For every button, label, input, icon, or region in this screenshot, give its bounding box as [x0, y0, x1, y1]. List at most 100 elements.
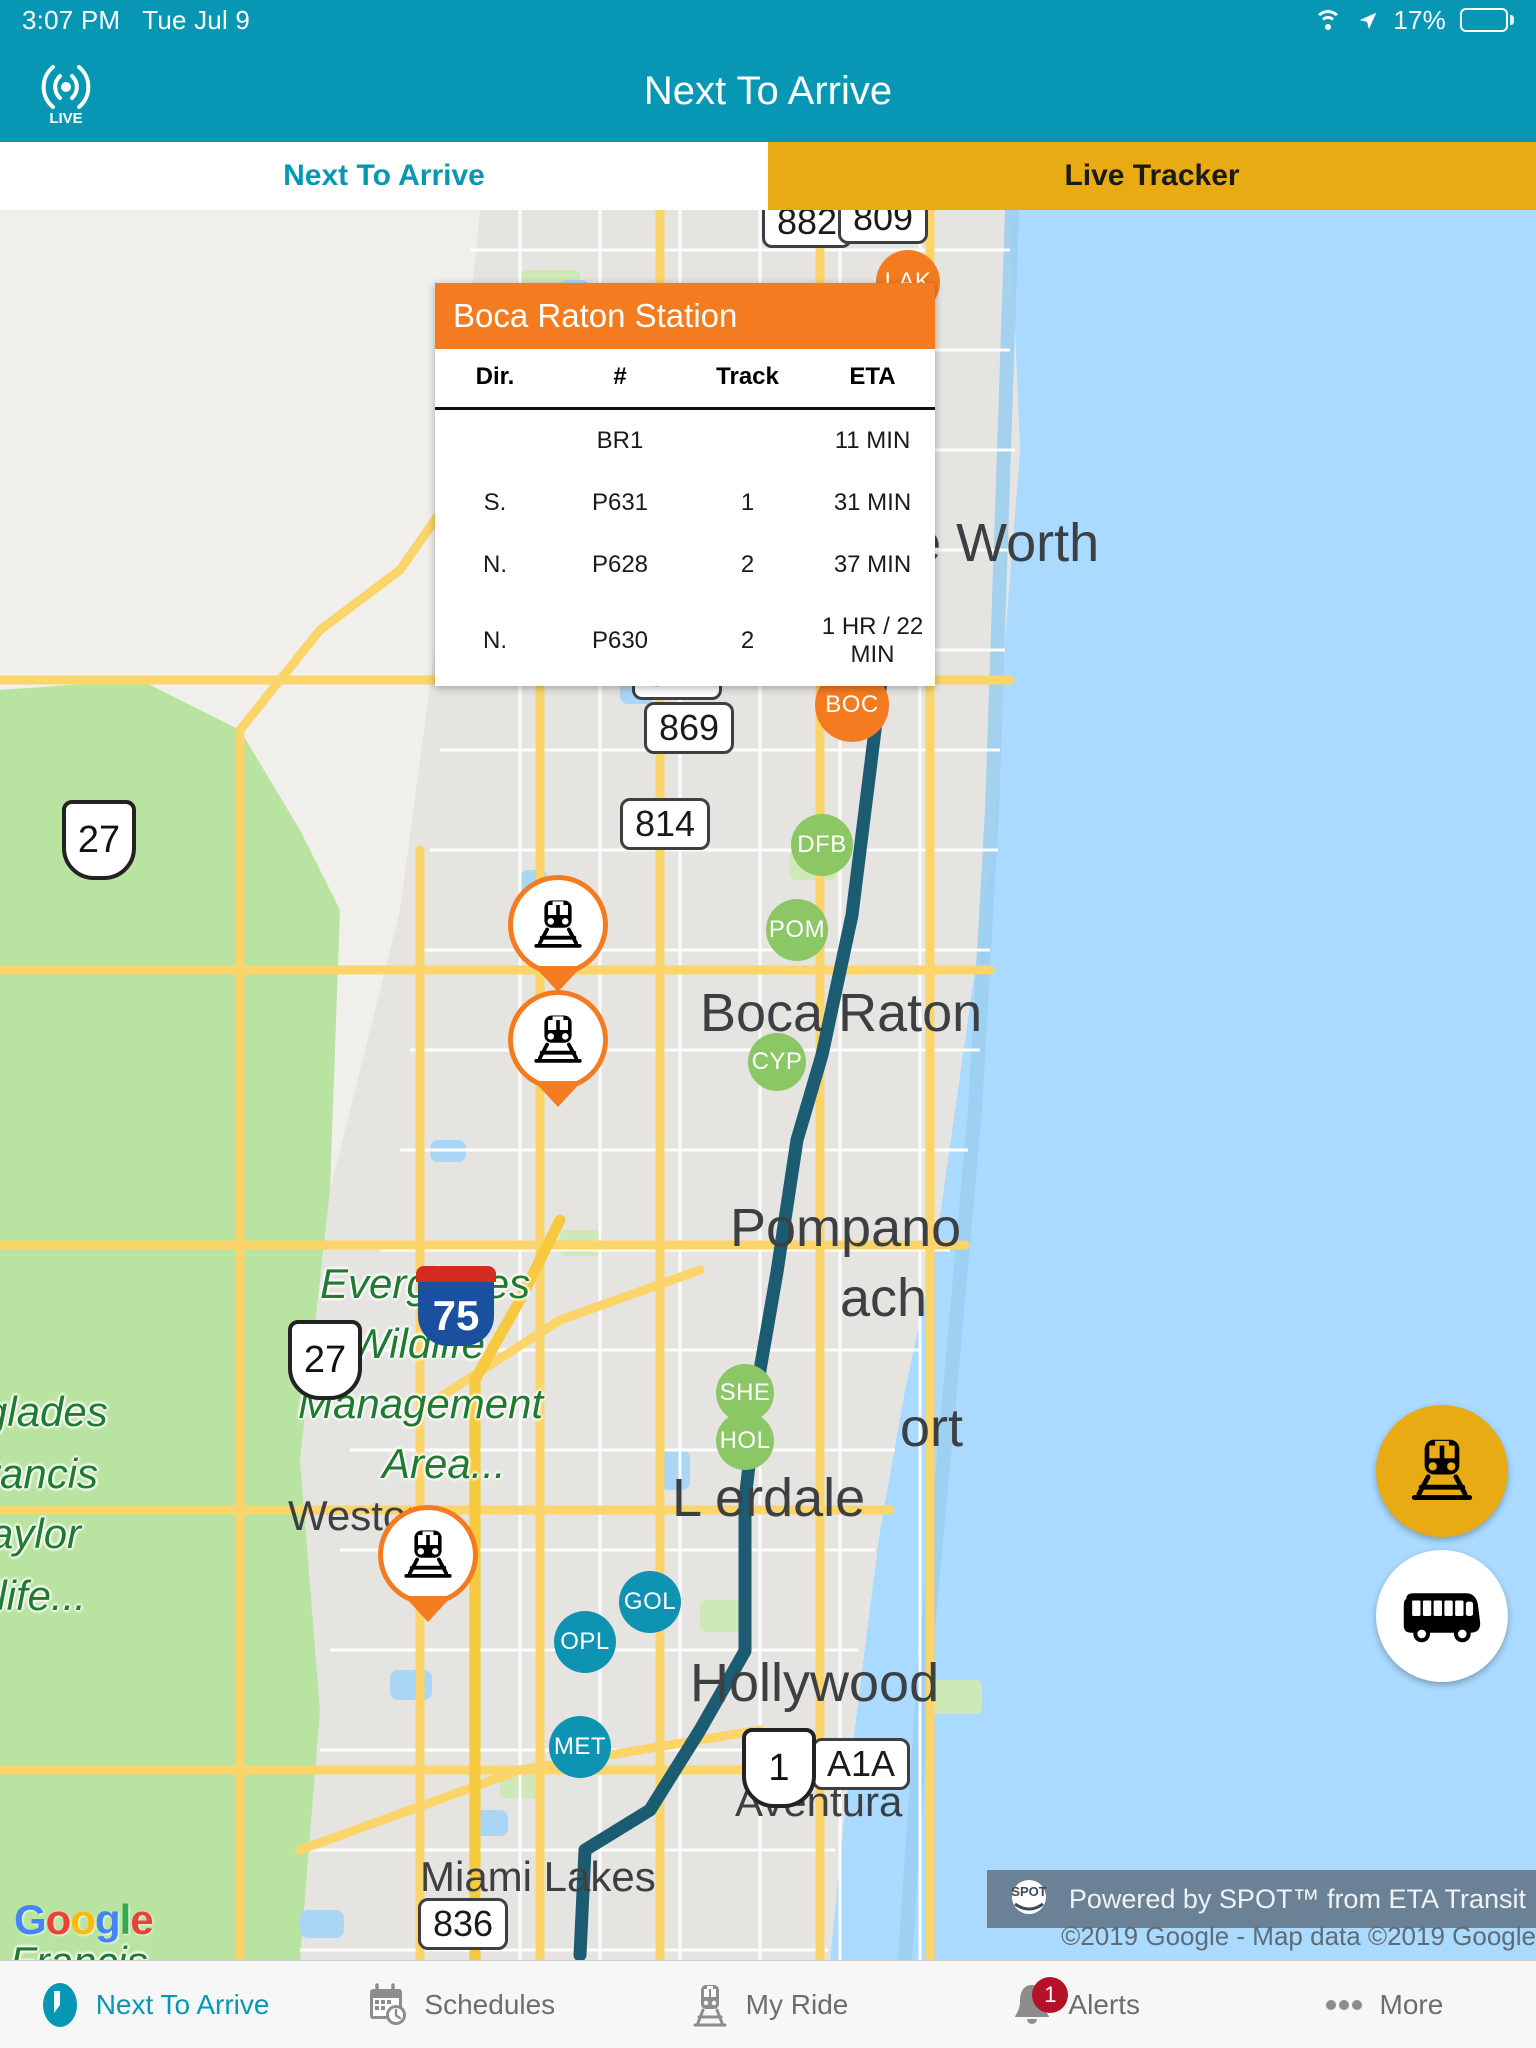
map-copyright: ©2019 Google - Map data ©2019 Google	[1061, 1921, 1536, 1951]
bottom-nav-label: More	[1379, 1988, 1444, 2020]
station-marker-hol[interactable]: HOL	[716, 1412, 774, 1470]
bottom-nav-label: Alerts	[1068, 1988, 1140, 2020]
bottom-nav-schedules[interactable]: Schedules	[307, 1961, 614, 2048]
map-label-glades-clipped: glades	[0, 1388, 108, 1435]
tab-next-to-arrive-label: Next To Arrive	[283, 159, 485, 192]
highway-shield-a1a: A1A	[812, 1738, 911, 1790]
highway-shield-814: 814	[620, 798, 711, 850]
ellipsis-icon	[1322, 1981, 1366, 2029]
highway-shield-us1: 1	[742, 1728, 816, 1808]
map-label-lauderdale: L erdale	[672, 1468, 866, 1528]
highway-shield-us27-south: 27	[288, 1320, 362, 1400]
calendar-clock-icon	[366, 1981, 410, 2029]
highway-shield-836: 836	[418, 1898, 509, 1950]
cell-number: BR1	[596, 427, 644, 454]
tab-live-tracker-label: Live Tracker	[1064, 159, 1240, 192]
bottom-nav-label: My Ride	[745, 1988, 849, 2020]
train-icon	[1411, 1439, 1473, 1501]
status-bar: 3:07 PM Tue Jul 9 17%	[0, 0, 1536, 40]
map-label-taylor-clipped: aylor	[0, 1510, 82, 1557]
map-label-fort: ort	[900, 1398, 964, 1458]
column-header-dir: Dir.	[435, 349, 555, 410]
table-header-row: Dir. # Track ETA	[435, 349, 935, 410]
column-header-number: #	[555, 349, 685, 410]
highway-shield-869: 869	[644, 702, 735, 754]
station-marker-opl[interactable]: OPL	[554, 1611, 616, 1673]
station-marker-pom[interactable]: POM	[766, 899, 828, 961]
train-icon	[534, 900, 582, 948]
bus-filter-fab[interactable]	[1376, 1550, 1508, 1682]
page-title: Next To Arrive	[643, 68, 893, 113]
bottom-nav-more[interactable]: More	[1229, 1961, 1536, 2048]
table-row[interactable]: BR1 11 MIN	[435, 409, 935, 473]
bell-icon: 1	[1010, 1976, 1069, 2029]
cell-eta: 1 HR / 22 MIN	[821, 613, 924, 668]
cell-track: 1	[740, 489, 755, 516]
cell-number: P630	[591, 627, 649, 654]
bottom-nav-label: Schedules	[424, 1988, 556, 2020]
map-label-hollywood: Hollywood	[690, 1653, 940, 1713]
tab-next-to-arrive[interactable]: Next To Arrive	[0, 142, 768, 210]
google-logo: Google	[14, 1896, 154, 1943]
cell-track: 2	[740, 627, 755, 654]
bottom-nav-alerts[interactable]: 1 Alerts	[922, 1961, 1229, 2048]
alerts-badge: 1	[1032, 1976, 1069, 2013]
table-row[interactable]: S. P631 1 31 MIN	[435, 472, 935, 534]
cell-dir: N.	[483, 551, 507, 578]
station-marker-cyp[interactable]: CYP	[748, 1033, 806, 1091]
arrivals-table: Dir. # Track ETA BR1 11 MIN S. P631 1 31…	[435, 349, 935, 686]
live-train-marker-2[interactable]	[508, 990, 608, 1099]
segmented-tabs: Next To Arrive Live Tracker	[0, 142, 1536, 210]
cell-dir	[435, 409, 555, 473]
tab-live-tracker[interactable]: Live Tracker	[768, 142, 1536, 210]
map-label-area: Area...	[382, 1440, 506, 1487]
cell-number: P628	[591, 551, 649, 578]
nav-bar: LIVE Next To Arrive	[0, 40, 1536, 142]
status-time: 3:07 PM	[22, 4, 121, 35]
cell-track	[685, 409, 810, 473]
cell-eta: 31 MIN	[833, 489, 912, 516]
app-root: 3:07 PM Tue Jul 9 17% LIVE Next To Arriv…	[0, 0, 1536, 2048]
station-marker-gol[interactable]: GOL	[619, 1571, 681, 1633]
highway-shield-us27-north: 27	[62, 800, 136, 880]
map-label-pompano: Pompano	[730, 1198, 962, 1258]
wifi-icon	[1313, 9, 1343, 31]
attribution-text: Powered by SPOT™ from ETA Transit	[1068, 1883, 1526, 1914]
train-filter-fab[interactable]	[1376, 1405, 1508, 1537]
bottom-nav-label: Next To Arrive	[95, 1988, 270, 2020]
bottom-nav-bar: Next To Arrive Schedules My Ride 1 Alert…	[0, 1960, 1536, 2048]
map-label-wildlife-clipped: llife...	[0, 1572, 87, 1619]
highway-shield-i75: 75	[416, 1266, 496, 1346]
clock-icon	[38, 1981, 82, 2029]
table-row[interactable]: N. P630 2 1 HR / 22 MIN	[435, 596, 935, 686]
station-marker-dfb[interactable]: DFB	[791, 814, 853, 876]
bottom-nav-next-to-arrive[interactable]: Next To Arrive	[0, 1961, 307, 2048]
status-bar-left: 3:07 PM Tue Jul 9	[22, 5, 250, 36]
cell-dir: N.	[483, 627, 507, 654]
station-marker-met[interactable]: MET	[549, 1716, 611, 1778]
svg-text:SPOT: SPOT	[1011, 1884, 1046, 1899]
attribution-bar: SPOT Powered by SPOT™ from ETA Transit ©…	[986, 1870, 1536, 1951]
cell-dir: S.	[483, 489, 507, 516]
station-card-title: Boca Raton Station	[435, 283, 935, 349]
bus-icon	[1403, 1593, 1481, 1643]
bottom-nav-my-ride[interactable]: My Ride	[614, 1961, 921, 2048]
station-info-card[interactable]: Boca Raton Station Dir. # Track ETA BR1 …	[435, 283, 935, 686]
battery-percent: 17%	[1393, 4, 1446, 35]
map-label-boca-raton: Boca Raton	[700, 983, 983, 1043]
table-row[interactable]: N. P628 2 37 MIN	[435, 534, 935, 596]
highway-shield-809: 809	[838, 210, 929, 244]
map-label-beach: ach	[840, 1268, 928, 1328]
status-date: Tue Jul 9	[142, 4, 251, 35]
column-header-eta: ETA	[810, 349, 935, 410]
cell-number: P631	[591, 489, 649, 516]
train-icon	[404, 1530, 452, 1578]
map-label-miami-lakes: Miami Lakes	[420, 1853, 656, 1900]
cell-track: 2	[740, 551, 755, 578]
live-train-marker-1[interactable]	[508, 875, 608, 984]
cell-eta: 11 MIN	[834, 427, 911, 454]
live-train-marker-3[interactable]	[378, 1505, 478, 1614]
column-header-track: Track	[685, 349, 810, 410]
map-label-francis-clipped: rancis	[0, 1450, 99, 1497]
battery-icon	[1460, 8, 1514, 32]
